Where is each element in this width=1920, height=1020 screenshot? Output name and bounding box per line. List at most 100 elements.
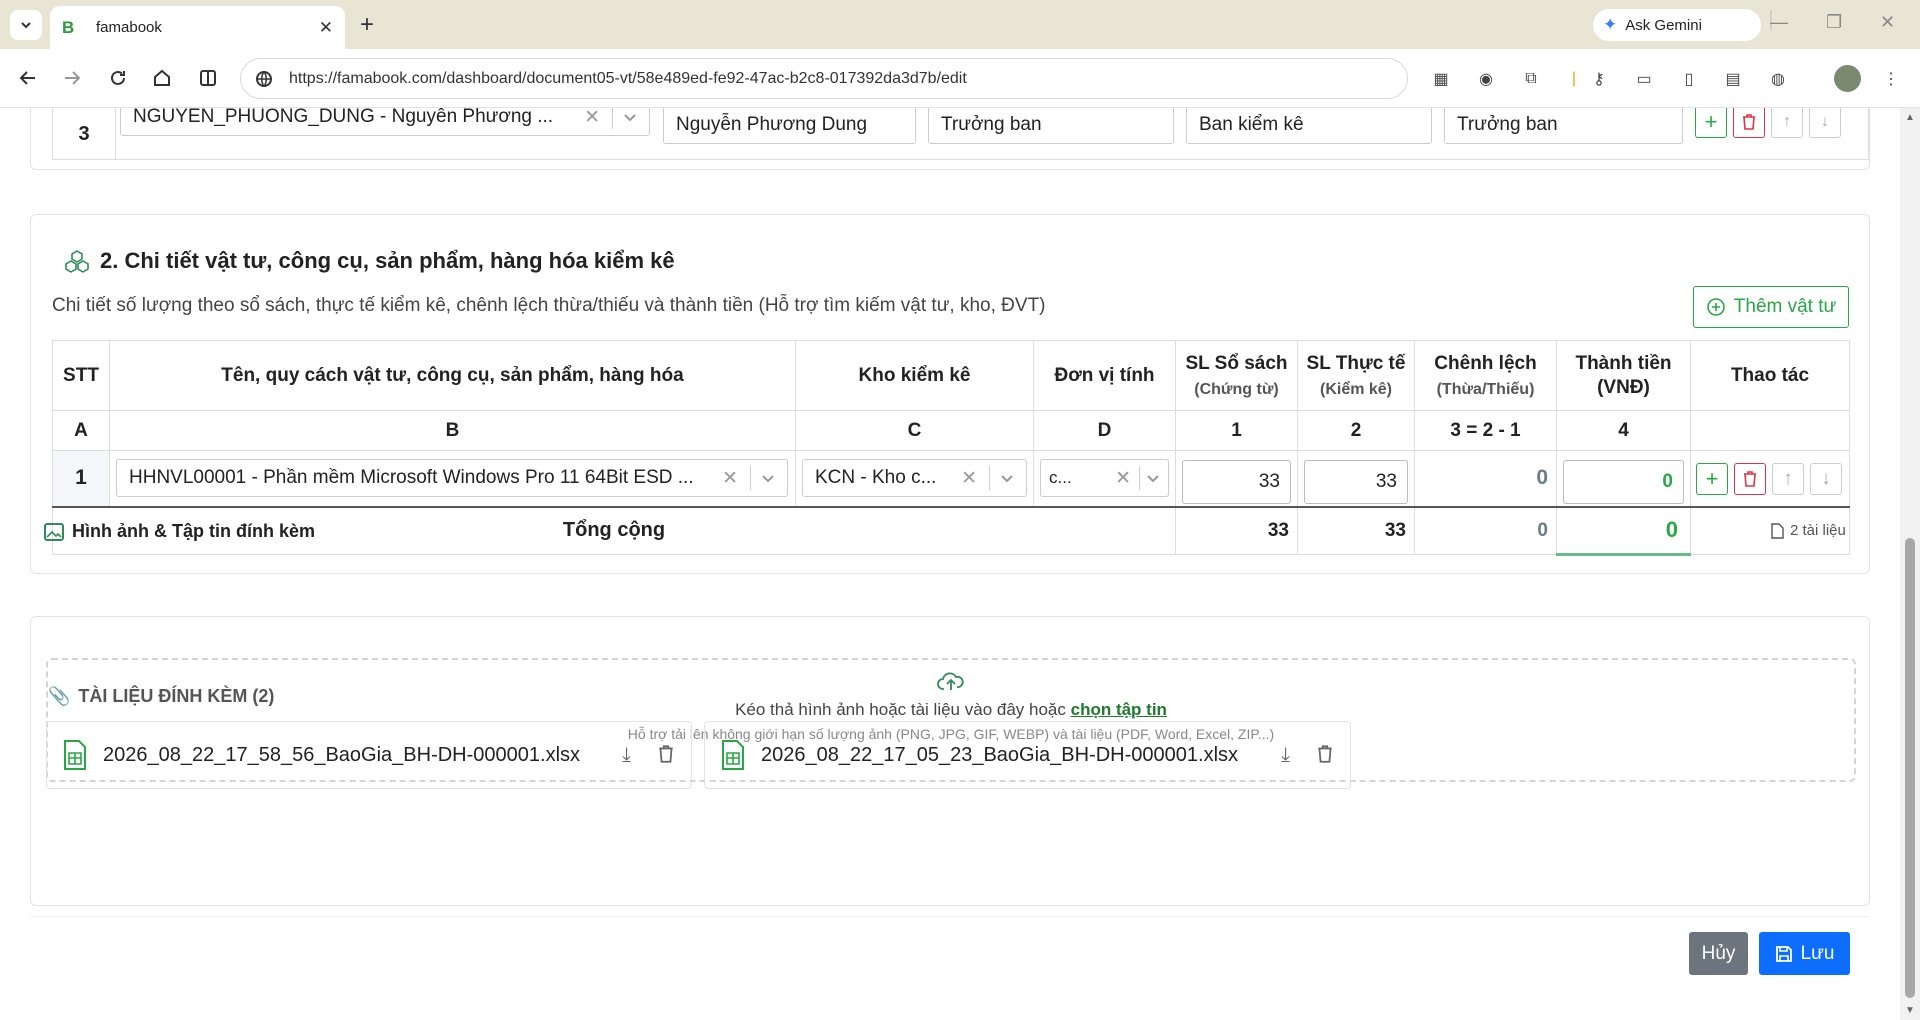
profile-avatar[interactable] (1834, 65, 1861, 92)
home-button[interactable] (150, 66, 174, 90)
member-name-field[interactable]: Nguyễn Phương Dung (663, 108, 916, 144)
ask-gemini-label: Ask Gemini (1625, 16, 1702, 34)
inventory-table: STT Tên, quy cách vật tư, công cụ, sản p… (52, 340, 1850, 556)
spreadsheet-icon (722, 740, 744, 770)
col-actual-qty-sub: (Kiểm kê) (1319, 380, 1393, 398)
diff-value: 0 (1414, 450, 1557, 507)
chevron-down-icon[interactable] (623, 110, 637, 124)
item-select[interactable]: HHNVL00001 - Phần mềm Microsoft Windows … (116, 459, 788, 497)
address-bar[interactable]: https://famabook.com/dashboard/document0… (240, 58, 1408, 99)
total-row: Tổng cộng 33 33 0 0 (52, 506, 1850, 556)
move-up-button[interactable]: ↑ (1771, 108, 1803, 138)
scroll-down-icon[interactable]: ▼ (1905, 1005, 1915, 1016)
warehouse-select[interactable]: KCN - Kho c... ✕ (802, 459, 1027, 497)
scrollbar[interactable]: ▲ ▼ (1900, 108, 1920, 1020)
col-actual-qty: SL Thực tế (Kiểm kê) (1297, 340, 1415, 411)
code-cell (1690, 410, 1850, 451)
choose-file-link[interactable]: chọn tập tin (1071, 700, 1167, 719)
unit-select-value: c... (1049, 468, 1072, 487)
tab-close-icon[interactable]: ✕ (319, 18, 333, 38)
clear-icon[interactable]: ✕ (722, 467, 738, 490)
clear-icon[interactable]: ✕ (961, 467, 977, 490)
forward-button[interactable] (60, 66, 84, 90)
maximize-icon[interactable]: ❐ (1826, 12, 1842, 33)
download-icon[interactable]: ⤓ (1281, 744, 1290, 767)
extensions-icon[interactable]: ⧉ (1520, 68, 1542, 90)
trash-icon (1743, 114, 1755, 130)
ask-gemini-button[interactable]: ✦ Ask Gemini (1593, 9, 1761, 41)
incognito-icon[interactable]: ◍ (1767, 68, 1789, 90)
window-close-icon[interactable]: ✕ (1880, 12, 1895, 33)
qr-code-icon[interactable]: ▦ (1430, 68, 1452, 90)
move-down-button[interactable]: ↓ (1809, 108, 1841, 138)
cubes-icon (65, 250, 89, 273)
member-position-field[interactable]: Trưởng ban (928, 108, 1174, 144)
file-name[interactable]: 2026_08_22_17_58_56_BaoGia_BH-DH-000001.… (103, 744, 580, 767)
split-view-button[interactable] (196, 66, 220, 90)
clear-icon[interactable]: ✕ (1115, 467, 1131, 490)
cancel-button[interactable]: Hủy (1689, 932, 1748, 975)
section-title-text: 2. Chi tiết vật tư, công cụ, sản phẩm, h… (100, 248, 675, 273)
camera-icon[interactable]: ◉ (1475, 68, 1497, 90)
add-item-button[interactable]: Thêm vật tư (1693, 286, 1849, 328)
col-amount-label: Thành tiền (1575, 352, 1672, 374)
warehouse-select-cell: KCN - Kho c... ✕ (795, 450, 1034, 507)
file-icon (1771, 522, 1784, 539)
delete-row-button[interactable] (1734, 463, 1766, 495)
chevron-down-icon[interactable] (1000, 471, 1014, 485)
col-diff-sub: (Thừa/Thiếu) (1436, 380, 1535, 398)
member-select-value: NGUYEN_PHUONG_DUNG - Nguyễn Phương ... (133, 108, 554, 127)
key-icon[interactable]: ⚷ (1588, 68, 1610, 90)
download-icon[interactable]: ⤓ (622, 744, 631, 767)
book-qty-input[interactable]: 33 (1182, 460, 1291, 504)
table-icon[interactable]: ▤ (1722, 68, 1744, 90)
reading-icon[interactable]: ▯ (1678, 68, 1700, 90)
col-unit: Đơn vị tính (1033, 340, 1176, 411)
new-tab-button[interactable]: + (352, 10, 382, 40)
item-select-value: HHNVL00001 - Phần mềm Microsoft Windows … (129, 467, 694, 488)
add-member-button[interactable]: + (1695, 108, 1727, 138)
file-name[interactable]: 2026_08_22_17_05_23_BaoGia_BH-DH-000001.… (761, 744, 1238, 767)
unit-select[interactable]: c... ✕ (1040, 459, 1169, 497)
scroll-up-icon[interactable]: ▲ (1905, 112, 1915, 123)
code-cell: A (52, 410, 110, 451)
tab-search-button[interactable] (10, 10, 42, 40)
member-board-field[interactable]: Ban kiểm kê (1186, 108, 1432, 144)
back-button[interactable] (16, 66, 40, 90)
scrollbar-thumb[interactable] (1905, 538, 1915, 998)
file-actions: ⤓ (1281, 744, 1334, 767)
member-select[interactable]: NGUYEN_PHUONG_DUNG - Nguyễn Phương ... ✕ (120, 108, 650, 136)
reload-button[interactable] (106, 66, 130, 90)
actual-qty-input[interactable]: 33 (1304, 460, 1408, 504)
code-cell: D (1033, 410, 1176, 451)
code-cell: 2 (1297, 410, 1415, 451)
menu-icon[interactable]: ⋮ (1880, 68, 1902, 90)
image-icon (44, 522, 64, 541)
unit-select-cell: c... ✕ (1033, 450, 1176, 507)
file-item: 2026_08_22_17_05_23_BaoGia_BH-DH-000001.… (704, 721, 1351, 789)
attachments-title-text: Hình ảnh & Tập tin đính kèm (72, 521, 315, 541)
arrow-down-icon: ↓ (1821, 113, 1829, 130)
chevron-down-icon[interactable] (761, 471, 775, 485)
page-content: 3 NGUYEN_PHUONG_DUNG - Nguyễn Phương ...… (0, 108, 1900, 1020)
clear-icon[interactable]: ✕ (584, 108, 600, 129)
col-diff-label: Chênh lệch (1434, 352, 1537, 374)
browser-tab[interactable]: B famabook ✕ (50, 6, 345, 49)
amount-input[interactable]: 0 (1563, 460, 1684, 504)
file-list-title: 📎 TÀI LIỆU ĐÍNH KÈM (2) (48, 686, 274, 707)
move-up-button[interactable]: ↑ (1772, 463, 1804, 495)
add-row-button[interactable]: + (1696, 463, 1728, 495)
move-down-button[interactable]: ↓ (1810, 463, 1842, 495)
trash-icon[interactable] (1316, 744, 1334, 764)
col-actions: Thao tác (1690, 340, 1850, 411)
delete-member-button[interactable] (1733, 108, 1765, 138)
col-book-qty: SL Sổ sách (Chứng từ) (1175, 340, 1298, 411)
code-cell: B (109, 410, 796, 451)
total-book-qty: 33 (1175, 506, 1298, 555)
minimize-icon[interactable]: — (1770, 12, 1788, 33)
member-role-field[interactable]: Trưởng ban (1444, 108, 1683, 144)
card-icon[interactable]: ▭ (1633, 68, 1655, 90)
chevron-down-icon[interactable] (1146, 471, 1160, 485)
trash-icon[interactable] (657, 744, 675, 764)
save-button[interactable]: Lưu (1759, 932, 1850, 975)
